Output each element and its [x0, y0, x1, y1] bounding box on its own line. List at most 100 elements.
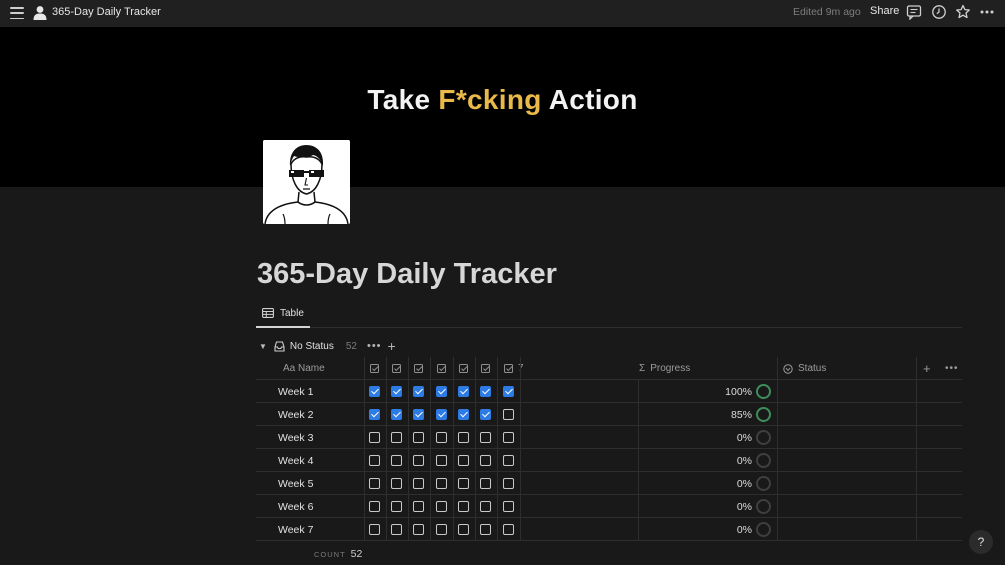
day-checkbox[interactable] [391, 409, 402, 420]
day-checkbox[interactable] [436, 478, 447, 489]
day-checkbox[interactable] [458, 501, 469, 512]
row-name[interactable]: Week 5 [278, 472, 313, 495]
day-checkbox[interactable] [480, 455, 491, 466]
day-checkbox[interactable] [391, 386, 402, 397]
table-row[interactable]: Week 5 0% [256, 472, 962, 495]
day-checkbox[interactable] [391, 524, 402, 535]
progress-ring-icon [756, 499, 771, 514]
table-row[interactable]: Week 4 0% [256, 449, 962, 472]
day-checkbox[interactable] [369, 501, 380, 512]
group-header: ▼ No Status 52 ••• + [259, 338, 396, 354]
column-header-day-2[interactable] [392, 357, 401, 380]
column-header-day-5[interactable] [459, 357, 468, 380]
day-checkbox[interactable] [391, 478, 402, 489]
day-checkbox[interactable] [480, 524, 491, 535]
day-checkbox[interactable] [436, 524, 447, 535]
breadcrumb[interactable]: 365-Day Daily Tracker [52, 6, 161, 18]
day-checkbox[interactable] [503, 432, 514, 443]
day-checkbox[interactable] [436, 455, 447, 466]
clock-icon[interactable] [931, 4, 947, 20]
day-checkbox[interactable] [503, 386, 514, 397]
caret-down-icon[interactable]: ▼ [259, 342, 267, 351]
table-row[interactable]: Week 3 0% [256, 426, 962, 449]
checkbox-property-icon [414, 364, 423, 373]
day-checkbox[interactable] [458, 455, 469, 466]
day-checkbox[interactable] [480, 432, 491, 443]
column-header-progress[interactable]: Σ Progress [639, 357, 690, 380]
day-checkbox[interactable] [503, 501, 514, 512]
group-count: 52 [345, 340, 357, 352]
day-checkbox[interactable] [436, 432, 447, 443]
column-header-day-4[interactable] [437, 357, 446, 380]
row-name[interactable]: Week 6 [278, 495, 313, 518]
row-name[interactable]: Week 1 [278, 380, 313, 403]
share-button[interactable]: Share [870, 5, 899, 17]
day-checkbox[interactable] [503, 409, 514, 420]
day-checkbox[interactable] [391, 432, 402, 443]
row-name[interactable]: Week 3 [278, 426, 313, 449]
progress-ring-icon [756, 430, 771, 445]
table-row[interactable]: Week 1 100% [256, 380, 962, 403]
day-checkbox[interactable] [436, 409, 447, 420]
day-checkbox[interactable] [503, 524, 514, 535]
checkbox-property-icon [481, 364, 490, 373]
day-checkbox[interactable] [413, 501, 424, 512]
column-header-name[interactable]: Aa Name [283, 357, 325, 380]
day-checkbox[interactable] [480, 409, 491, 420]
cover-image: Take F*cking Action [0, 27, 1005, 187]
day-checkbox[interactable] [480, 501, 491, 512]
day-checkbox[interactable] [480, 386, 491, 397]
more-icon[interactable] [979, 4, 995, 20]
day-checkbox[interactable] [458, 524, 469, 535]
day-checkbox[interactable] [413, 432, 424, 443]
page-icon-avatar[interactable] [263, 140, 350, 224]
day-checkbox[interactable] [503, 455, 514, 466]
column-options-icon[interactable]: ••• [945, 357, 959, 380]
column-header-status[interactable]: Status [783, 357, 826, 380]
column-header-day-6[interactable] [481, 357, 490, 380]
group-label[interactable]: No Status [290, 341, 334, 352]
day-checkbox[interactable] [413, 386, 424, 397]
day-checkbox[interactable] [458, 409, 469, 420]
day-checkbox[interactable] [369, 432, 380, 443]
tab-table[interactable]: Table [256, 300, 310, 328]
star-icon[interactable] [955, 4, 971, 20]
edited-timestamp: Edited 9m ago [793, 6, 861, 18]
progress-ring-icon [756, 384, 771, 399]
day-checkbox[interactable] [413, 455, 424, 466]
row-name[interactable]: Week 4 [278, 449, 313, 472]
day-checkbox[interactable] [369, 455, 380, 466]
day-checkbox[interactable] [369, 409, 380, 420]
group-more-icon[interactable]: ••• [367, 340, 382, 352]
table-row[interactable]: Week 2 85% [256, 403, 962, 426]
day-checkbox[interactable] [369, 478, 380, 489]
page-title[interactable]: 365-Day Daily Tracker [257, 258, 557, 291]
day-checkbox[interactable] [503, 478, 514, 489]
table-row[interactable]: Week 6 0% [256, 495, 962, 518]
column-header-day-1[interactable] [370, 357, 379, 380]
day-checkbox[interactable] [458, 432, 469, 443]
group-add-icon[interactable]: + [388, 338, 396, 354]
table-row[interactable]: Week 7 0% [256, 518, 962, 541]
comment-icon[interactable] [906, 4, 922, 20]
day-checkbox[interactable] [369, 386, 380, 397]
day-checkbox[interactable] [458, 386, 469, 397]
progress-ring-icon [756, 453, 771, 468]
day-checkbox[interactable] [413, 409, 424, 420]
help-button[interactable]: ? [969, 530, 993, 554]
progress-ring-icon [756, 522, 771, 537]
day-checkbox[interactable] [391, 501, 402, 512]
day-checkbox[interactable] [369, 524, 380, 535]
day-checkbox[interactable] [436, 501, 447, 512]
add-column-icon[interactable]: + [923, 357, 931, 380]
day-checkbox[interactable] [391, 455, 402, 466]
row-name[interactable]: Week 2 [278, 403, 313, 426]
day-checkbox[interactable] [413, 524, 424, 535]
day-checkbox[interactable] [413, 478, 424, 489]
day-checkbox[interactable] [436, 386, 447, 397]
column-header-day-3[interactable] [414, 357, 423, 380]
row-name[interactable]: Week 7 [278, 518, 313, 541]
day-checkbox[interactable] [458, 478, 469, 489]
menu-icon[interactable] [9, 5, 25, 21]
day-checkbox[interactable] [480, 478, 491, 489]
